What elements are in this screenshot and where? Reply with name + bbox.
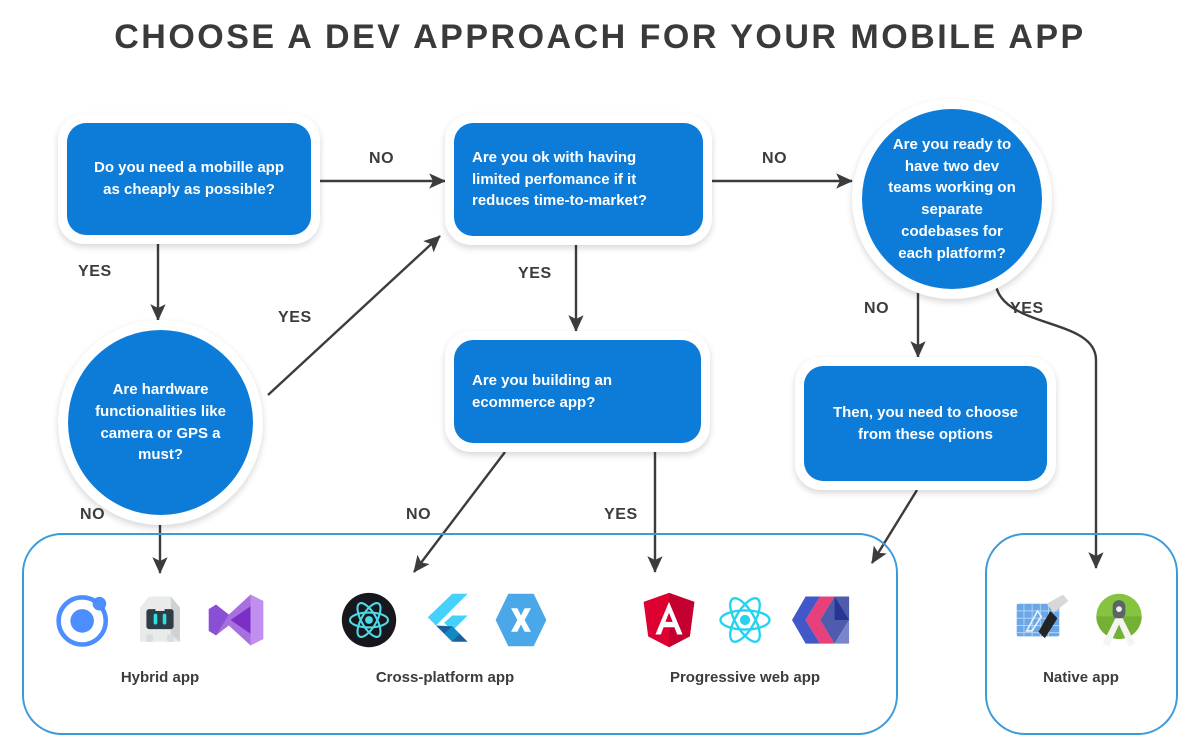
react-native-icon: [341, 592, 397, 648]
node-then-choose-text: Then, you need to choose from these opti…: [832, 403, 1019, 443]
outcome-native[interactable]: Native app: [970, 583, 1192, 688]
node-question-cheap[interactable]: Do you need a mobille app as cheaply as …: [58, 114, 320, 244]
node-question-hardware-text: Are hardware functionalities like camera…: [95, 381, 226, 464]
node-question-cheap-text: Do you need a mobille app as cheaply as …: [93, 159, 285, 198]
edge-label-performance-to-ecommerce: YES: [518, 265, 552, 282]
outcome-native-label: Native app: [1043, 669, 1119, 686]
outcome-progressive-web-icons: [620, 583, 870, 657]
edge-label-hardware-to-hybrid: NO: [80, 506, 106, 523]
xcode-icon: [1016, 594, 1069, 639]
outcome-hybrid-label: Hybrid app: [120, 669, 200, 686]
outcome-native-icons: [970, 583, 1192, 657]
node-then-choose[interactable]: Then, you need to choose from these opti…: [795, 357, 1056, 490]
react-icon: [719, 597, 771, 643]
outcome-cross-platform-icons: [320, 583, 570, 657]
angular-icon: [643, 592, 695, 648]
edge-label-performance-to-twoteams: NO: [762, 150, 788, 167]
flowchart-canvas: CHOOSE A DEV APPROACH FOR YOUR MOBILE AP…: [0, 0, 1200, 751]
edge-label-cheap-to-performance: NO: [369, 150, 395, 167]
outcome-progressive-web-label: Progressive web app: [669, 669, 821, 686]
outcome-progressive-web[interactable]: Progressive web app: [620, 583, 870, 688]
edge-label-ecommerce-to-pwa: YES: [604, 506, 638, 523]
node-question-two-teams[interactable]: Are you ready to have two dev teams work…: [852, 99, 1052, 299]
cordova-robot-icon: [140, 596, 180, 642]
node-question-ecommerce[interactable]: Are you building an ecommerce app?: [445, 331, 710, 452]
outcome-cross-platform-label: Cross-platform app: [375, 669, 515, 686]
edge-label-twoteams-to-native: YES: [1010, 300, 1044, 317]
xamarin-icon: [495, 593, 547, 647]
polymer-icon: [792, 596, 850, 644]
android-studio-icon: [1096, 593, 1142, 647]
edge-label-ecommerce-to-crossplatform: NO: [406, 506, 432, 523]
node-question-ecommerce-text: Are you building an ecommerce app?: [472, 371, 613, 411]
ionic-icon: [56, 595, 109, 647]
node-question-hardware[interactable]: Are hardware functionalities like camera…: [58, 320, 263, 525]
outcome-hybrid[interactable]: Hybrid app: [35, 583, 285, 688]
outcome-hybrid-icons: [35, 583, 285, 657]
visual-studio-icon: [208, 594, 264, 646]
edge-label-twoteams-to-thenchoose: NO: [864, 300, 890, 317]
edge-label-cheap-to-hardware: YES: [78, 263, 112, 280]
node-question-performance[interactable]: Are you ok with having limited perfomanc…: [445, 114, 712, 245]
flutter-icon: [427, 593, 468, 642]
node-question-two-teams-text: Are you ready to have two dev teams work…: [888, 135, 1016, 262]
outcome-cross-platform[interactable]: Cross-platform app: [320, 583, 570, 688]
edge-label-hardware-to-performance: YES: [278, 309, 312, 326]
node-question-performance-text: Are you ok with having limited perfomanc…: [472, 148, 648, 210]
page-title: CHOOSE A DEV APPROACH FOR YOUR MOBILE AP…: [114, 18, 1086, 56]
